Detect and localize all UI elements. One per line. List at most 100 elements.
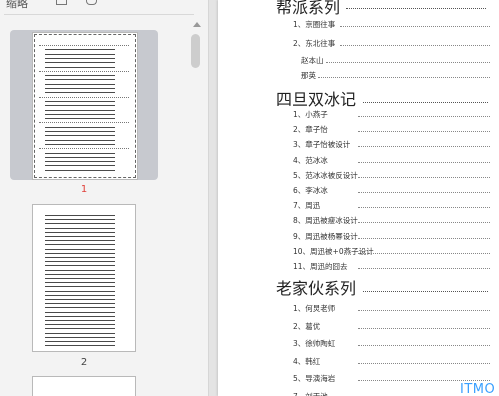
thumbnail-text-line	[45, 328, 115, 330]
thumbnail-text-line	[45, 105, 115, 107]
thumbnail-page-number: 1	[80, 184, 88, 195]
thumbnail-scrollbar[interactable]	[190, 20, 200, 390]
thumbnail-text-line	[45, 118, 115, 120]
leader-dots	[363, 291, 488, 292]
thumbnail-text-line	[45, 100, 115, 102]
thumbnail-text-line	[45, 240, 115, 242]
leader-dots	[326, 62, 490, 63]
section-heading[interactable]: 老家伙系列	[276, 275, 356, 299]
thumbnail-text-line	[45, 169, 115, 171]
thumbnail-text-line	[45, 223, 115, 225]
toc-item[interactable]: 10、周迅被+0燕子设计	[293, 246, 374, 257]
thumbnail-text-line	[45, 311, 115, 313]
thumbnail-text-line	[45, 152, 115, 154]
toc-item[interactable]: 6、李冰冰	[293, 185, 328, 196]
thumbnail-text-line	[45, 244, 115, 246]
thumbnail-text-line	[45, 227, 115, 229]
toc-item[interactable]: 8、周迅被瘦冰设计	[293, 215, 358, 226]
toc-item[interactable]: 1、何炅老师	[293, 303, 335, 314]
thumbnail-text-line	[45, 261, 115, 263]
thumbnail-text-line	[45, 109, 115, 111]
thumbnail-text-line	[39, 96, 129, 99]
thumbnail-text-line	[45, 341, 115, 342]
thumbnail-text-line	[45, 290, 115, 292]
toc-item[interactable]: 5、导演海岩	[293, 373, 335, 384]
thumbnail-text-line	[45, 88, 115, 89]
toc-item[interactable]: 11、周迅的囧去	[293, 261, 348, 272]
thumbnail-page-image	[32, 376, 136, 396]
toc-item[interactable]: 1、京圈往事	[293, 19, 335, 30]
toc-item[interactable]: 2、东北往事	[293, 38, 335, 49]
thumbnail-text-line	[45, 294, 115, 296]
thumbnail-text-line	[45, 278, 115, 279]
thumbnail-text-line	[45, 248, 115, 250]
thumbnail-text-line	[45, 324, 115, 326]
leader-dots	[340, 45, 490, 46]
toc-item[interactable]: 那英	[301, 70, 316, 81]
watermark: ITMO	[460, 382, 496, 396]
section-heading[interactable]: 帮派系列	[276, 0, 340, 18]
leader-dots	[358, 237, 490, 239]
toc-item[interactable]: 7、刘天池	[293, 391, 328, 396]
thumbnail-text-line	[45, 336, 115, 338]
scrollbar-thumb[interactable]	[191, 34, 200, 68]
toc-item[interactable]: 3、徐帅陶虹	[293, 338, 335, 349]
thumbnail-page-number: 2	[80, 357, 88, 368]
thumbnail-text-line	[45, 252, 115, 254]
page-view-icon[interactable]	[56, 0, 67, 5]
toc-item[interactable]: 5、范冰冰被反设计	[293, 170, 358, 181]
page-thumbnail-3[interactable]	[10, 374, 158, 396]
thumbnail-text-line	[45, 143, 115, 145]
thumbnail-text-line	[45, 299, 115, 300]
leader-dots	[358, 268, 490, 269]
thumbnail-text-line	[45, 320, 115, 321]
thumbnail-text-line	[45, 156, 115, 158]
thumbnail-text-line	[45, 165, 115, 167]
thumbnail-text-line	[45, 113, 115, 115]
thumbnail-text-line	[39, 148, 129, 150]
thumbnail-text-line	[45, 282, 115, 284]
toc-item[interactable]: 赵本山	[301, 55, 324, 66]
leader-dots	[358, 327, 490, 329]
leader-dots	[358, 362, 490, 364]
thumbnail-text-line	[45, 257, 115, 258]
leader-dots	[318, 77, 490, 78]
toc-item[interactable]: 9、周迅被杨幂设计	[293, 231, 358, 242]
toc-item[interactable]: 2、葛优	[293, 321, 320, 332]
toc-item[interactable]: 2、章子怡	[293, 124, 328, 135]
scroll-up-arrow-icon[interactable]	[193, 22, 201, 27]
leader-dots	[358, 310, 490, 311]
thumbnail-page-image	[32, 204, 136, 352]
thumbnail-text-line	[45, 53, 115, 55]
leader-dots	[358, 252, 490, 254]
thumbnail-panel: 缩略 1 2	[0, 0, 209, 396]
toc-item[interactable]: 1、小燕子	[293, 109, 328, 120]
leader-dots	[358, 131, 490, 133]
thumbnail-text-line	[45, 273, 115, 275]
leader-dots	[340, 26, 490, 27]
bookmark-icon[interactable]	[86, 0, 97, 5]
thumbnail-text-line	[45, 66, 115, 68]
toc-item[interactable]: 7、周迅	[293, 200, 320, 211]
toolbar-divider	[4, 14, 194, 15]
leader-dots	[358, 222, 490, 224]
thumbnail-text-line	[45, 332, 115, 334]
page-thumbnail-2[interactable]	[10, 202, 158, 352]
document-page[interactable]: 帮派系列 1、京圈往事 2、东北往事 赵本山 那英 四旦双冰记 1、小燕子 2、章…	[218, 0, 499, 396]
leader-dots	[358, 116, 490, 117]
page-thumbnail-1[interactable]	[10, 30, 158, 180]
thumbnail-text-line	[39, 70, 129, 73]
thumbnail-text-line	[45, 219, 115, 221]
section-heading[interactable]: 四旦双冰记	[276, 86, 356, 110]
thumbnail-text-line	[45, 126, 115, 128]
toc-item[interactable]: 4、范冰冰	[293, 155, 328, 166]
thumbnail-toolbar-label[interactable]: 缩略	[6, 0, 28, 11]
toc-item[interactable]: 3、章子怡被设计	[293, 139, 350, 150]
toc-item[interactable]: 4、韩红	[293, 356, 320, 367]
thumbnail-text-line	[45, 303, 115, 305]
document-gutter	[209, 0, 218, 396]
thumbnail-text-line	[45, 265, 115, 267]
leader-dots	[346, 8, 486, 9]
leader-dots	[358, 161, 490, 163]
thumbnail-text-line	[45, 135, 115, 137]
